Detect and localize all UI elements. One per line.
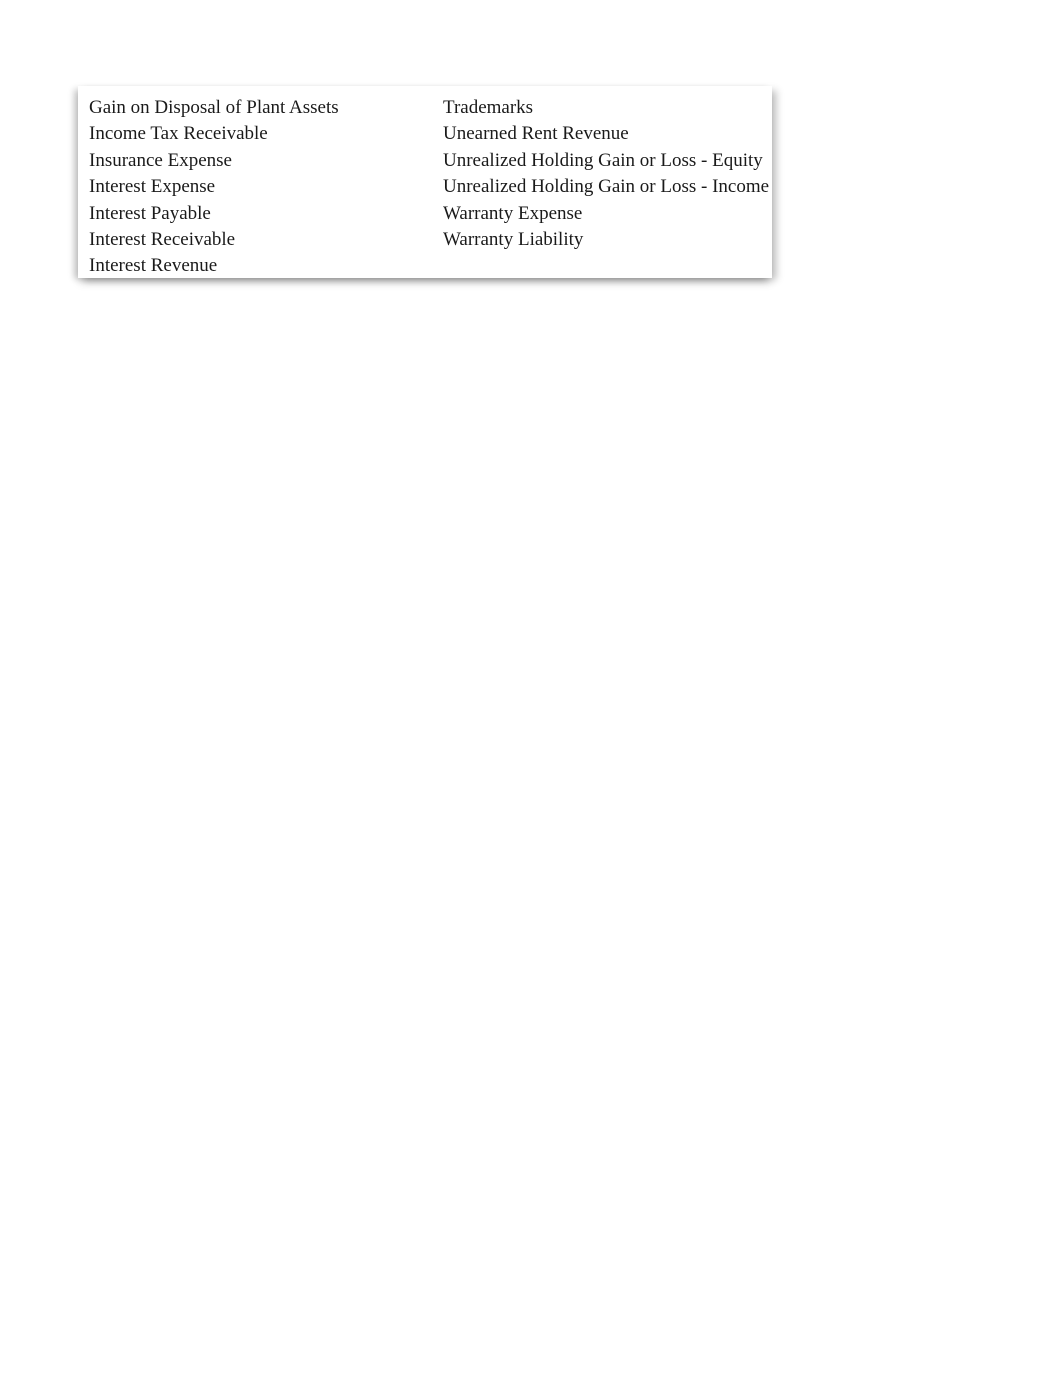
- list-item: Interest Payable: [89, 202, 211, 224]
- list-item: Gain on Disposal of Plant Assets: [89, 97, 339, 118]
- account-column-left: Gain on Disposal of Plant Assets Income …: [78, 86, 433, 278]
- list-item: Interest Revenue: [89, 255, 218, 277]
- account-list-surface: Gain on Disposal of Plant Assets Income …: [78, 86, 772, 278]
- list-item: Warranty Liability: [443, 229, 584, 251]
- list-item: Interest Expense: [89, 176, 216, 198]
- document-page: { "panel": { "name": "account-titles-lis…: [0, 0, 1062, 1376]
- account-column-right: Trademarks Unearned Rent Revenue Unreali…: [433, 86, 772, 278]
- list-item: Interest Receivable: [89, 229, 236, 251]
- account-list-panel: Gain on Disposal of Plant Assets Income …: [78, 86, 772, 278]
- list-item: Unrealized Holding Gain or Loss - Income: [443, 176, 770, 198]
- list-item: Trademarks: [443, 97, 534, 118]
- list-item: Warranty Expense: [443, 202, 583, 224]
- list-item: Income Tax Receivable: [89, 123, 268, 145]
- list-item: Insurance Expense: [89, 149, 232, 171]
- list-item: Unrealized Holding Gain or Loss - Equity: [443, 149, 763, 171]
- list-item: Unearned Rent Revenue: [443, 123, 629, 145]
